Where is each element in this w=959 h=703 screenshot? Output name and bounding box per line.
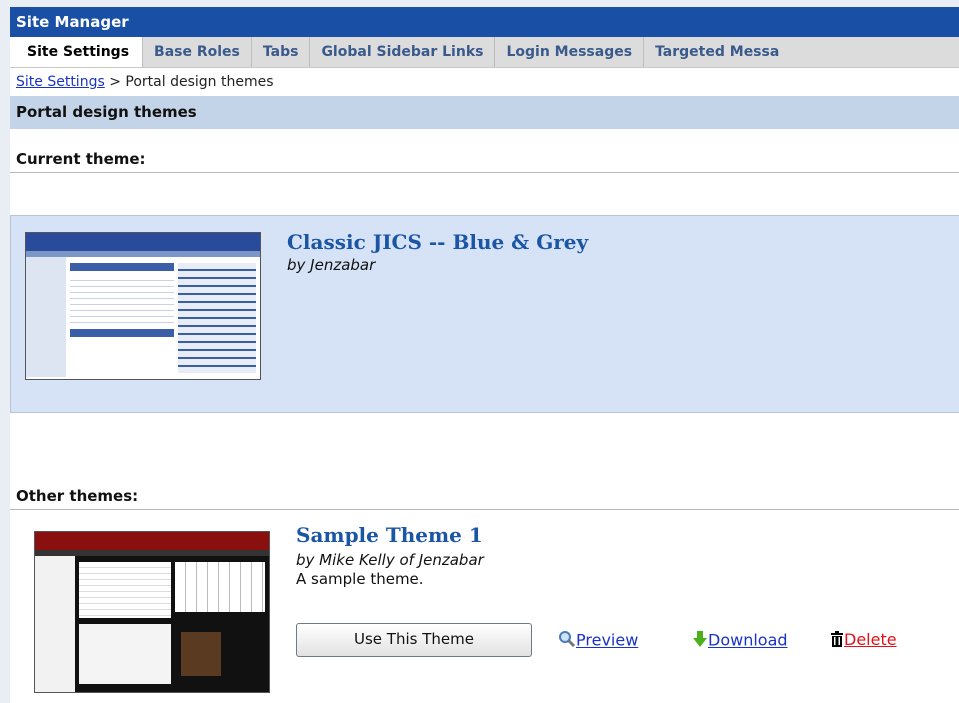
tab-site-settings[interactable]: Site Settings (10, 37, 144, 67)
delete-label: Delete (844, 630, 897, 649)
theme-name: Sample Theme 1 (296, 523, 483, 547)
tab-base-roles[interactable]: Base Roles (143, 37, 252, 67)
current-theme-heading: Current theme: (10, 146, 959, 173)
trash-icon (830, 630, 844, 651)
sample-theme-thumbnail (34, 531, 270, 693)
use-this-theme-button[interactable]: Use This Theme (296, 623, 532, 657)
delete-link[interactable]: Delete (830, 630, 897, 651)
preview-label: Preview (576, 630, 639, 650)
download-arrow-icon (692, 630, 708, 652)
other-themes-heading: Other themes: (10, 483, 959, 510)
current-theme-name: Classic JICS -- Blue & Grey (287, 230, 589, 254)
current-theme-thumbnail (25, 232, 261, 380)
breadcrumb-current: Portal design themes (125, 74, 274, 90)
breadcrumb-separator: > (109, 74, 121, 90)
theme-description: A sample theme. (296, 570, 424, 588)
tab-global-sidebar-links[interactable]: Global Sidebar Links (310, 37, 496, 67)
site-manager-window: Site Manager Site Settings Base Roles Ta… (10, 7, 959, 703)
current-theme-author: by Jenzabar (287, 256, 376, 274)
preview-link[interactable]: Preview (558, 630, 638, 652)
magnifier-icon (558, 630, 576, 652)
page-title: Portal design themes (10, 96, 959, 129)
download-label: Download (708, 630, 788, 650)
tab-tabs[interactable]: Tabs (252, 37, 311, 67)
current-theme-panel: Classic JICS -- Blue & Grey by Jenzabar (10, 215, 959, 413)
breadcrumb-link-site-settings[interactable]: Site Settings (16, 74, 105, 90)
breadcrumb: Site Settings > Portal design themes (10, 68, 959, 96)
app-title: Site Manager (10, 7, 959, 37)
tab-targeted-messages[interactable]: Targeted Messa (644, 37, 790, 67)
download-link[interactable]: Download (692, 630, 788, 652)
tab-bar: Site Settings Base Roles Tabs Global Sid… (10, 37, 959, 68)
theme-author: by Mike Kelly of Jenzabar (296, 551, 484, 569)
tab-login-messages[interactable]: Login Messages (495, 37, 645, 67)
